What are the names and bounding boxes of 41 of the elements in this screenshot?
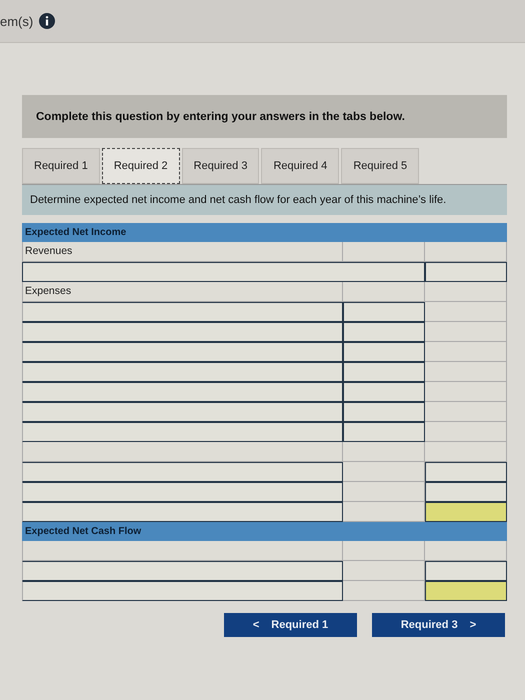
input-field[interactable] [425,502,507,522]
tab[interactable]: Required 5 [341,148,420,184]
input-field[interactable] [343,322,425,342]
info-icon[interactable] [39,13,56,29]
input-field[interactable] [22,362,343,382]
input-field[interactable] [22,322,343,342]
input-field[interactable] [22,462,343,482]
section-title: Expected Net Cash Flow [25,526,142,537]
input-field[interactable] [425,462,507,482]
input-field[interactable] [425,262,507,282]
table-cell: Revenues [22,242,343,262]
next-button[interactable]: Required 3 > [372,613,505,637]
input-field[interactable] [22,262,425,282]
input-field[interactable] [22,342,343,362]
section-title: Expected Net Income [25,227,126,238]
input-field[interactable] [22,402,343,422]
input-field[interactable] [22,422,343,442]
input-field[interactable] [343,302,425,322]
input-field[interactable] [22,382,343,402]
tab[interactable]: Required 1 [22,148,100,184]
tab[interactable]: Required 3 [182,148,260,184]
tab[interactable]: Required 2 [102,148,180,184]
input-field[interactable] [22,302,343,322]
input-field[interactable] [343,402,425,422]
table-cell: Expenses [22,282,343,302]
prompt-text: Determine expected net income and net cash flow for each year of this machine’s life. [30,194,446,206]
previous-button[interactable]: < Required 1 [224,613,357,637]
input-field[interactable] [343,362,425,382]
input-field[interactable] [343,342,425,362]
input-field[interactable] [22,482,343,502]
instruction-text: Complete this question by entering your answers in the tabs below. [36,110,405,122]
input-field[interactable] [343,422,425,442]
header-title: em(s) [0,14,34,28]
input-field[interactable] [22,561,343,581]
input-field[interactable] [343,382,425,402]
input-field[interactable] [22,502,343,522]
input-field[interactable] [425,581,507,601]
tab[interactable]: Required 4 [261,148,340,184]
input-field[interactable] [22,581,343,601]
input-field[interactable] [425,561,507,581]
input-field[interactable] [425,482,507,502]
